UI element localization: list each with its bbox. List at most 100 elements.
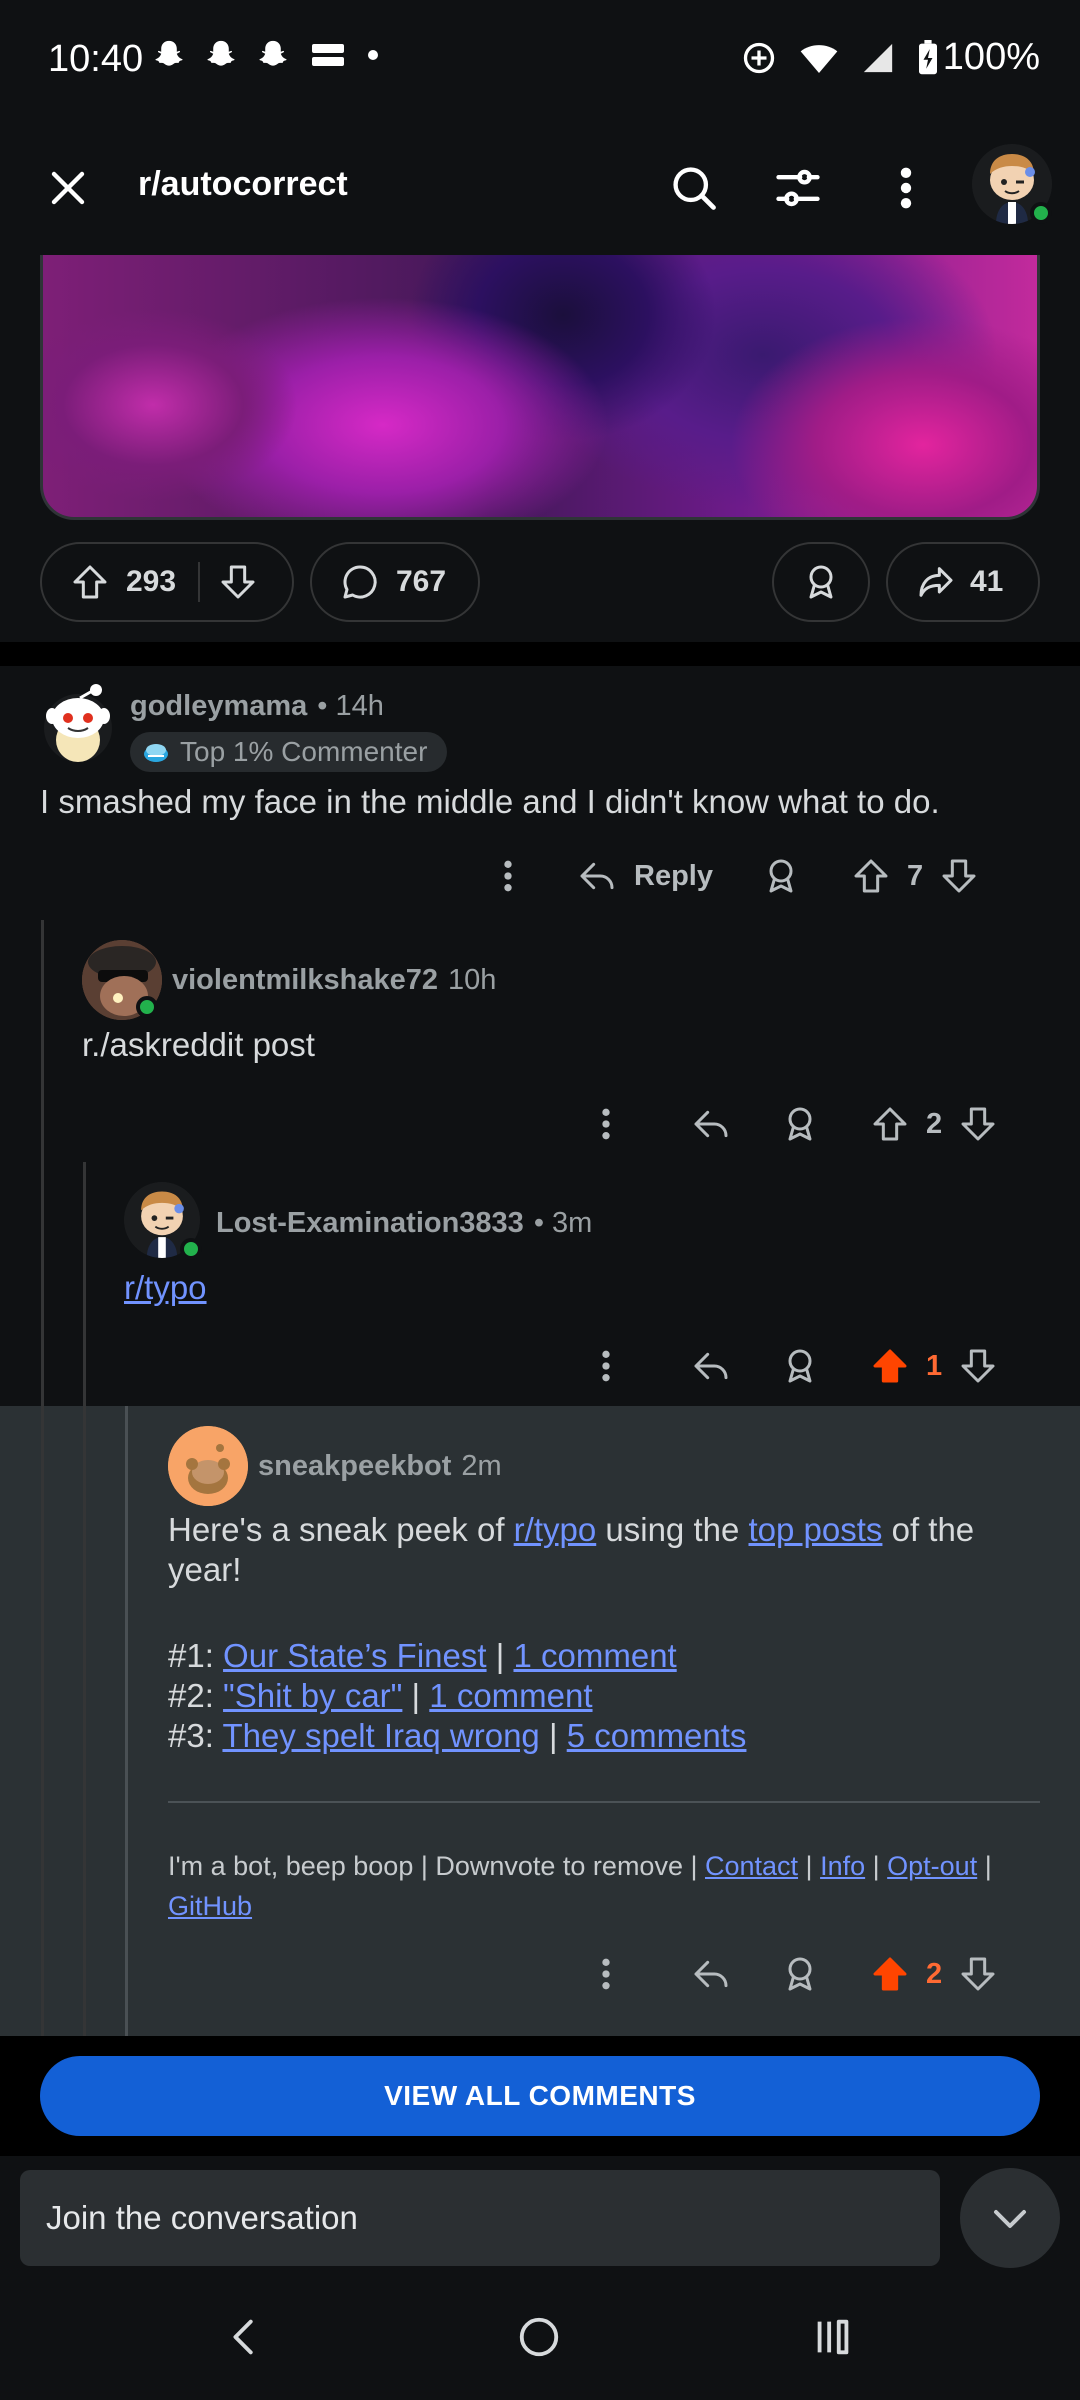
dot-icon (366, 48, 380, 62)
avatar-wrapper[interactable] (124, 1182, 204, 1262)
upvote-button-active[interactable] (870, 1954, 910, 1994)
post-title-link[interactable]: Our State’s Finest (223, 1637, 487, 1674)
comment-username[interactable]: violentmilkshake72 (172, 964, 438, 997)
badge-icon (142, 740, 170, 764)
award-button[interactable] (761, 856, 801, 896)
reply-button[interactable] (690, 1104, 732, 1144)
top-posts-link[interactable]: top posts (749, 1511, 883, 1548)
downvote-button[interactable] (958, 1104, 998, 1144)
separator: | (865, 1851, 888, 1881)
snapchat-icon (204, 38, 238, 72)
downvote-button[interactable] (958, 1954, 998, 1994)
more-options-button[interactable] (598, 1104, 614, 1144)
post-title-link[interactable]: They spelt Iraq wrong (222, 1717, 539, 1754)
intro-text: using the (596, 1511, 749, 1548)
award-icon (801, 562, 841, 602)
downvote-button[interactable] (958, 1346, 998, 1386)
more-options-button[interactable] (598, 1954, 614, 1994)
commenter-badge[interactable]: Top 1% Commenter (130, 732, 448, 772)
comment-username[interactable]: sneakpeekbot (258, 1450, 451, 1483)
footer-text: I'm a bot, beep boop | Downvote to remov… (168, 1851, 705, 1881)
thread-line (83, 1406, 86, 2036)
top-posts-list: #1: Our State’s Finest | 1 comment #2: "… (168, 1636, 1048, 1756)
post-image[interactable] (40, 255, 1040, 520)
reply-label: Reply (634, 859, 713, 892)
view-all-comments-button[interactable]: VIEW ALL COMMENTS (40, 2056, 1040, 2136)
wifi-icon (799, 41, 839, 75)
upvote-button[interactable] (851, 856, 891, 896)
reply-button[interactable] (690, 1346, 732, 1386)
subreddit-link[interactable]: r/typo (124, 1269, 207, 1306)
thread-line (41, 1406, 44, 2036)
post-title-link[interactable]: "Shit by car" (223, 1677, 402, 1714)
search-icon (668, 162, 720, 214)
separator: | (977, 1851, 992, 1881)
avatar-wrapper[interactable] (82, 940, 162, 1020)
home-button[interactable] (516, 2314, 562, 2360)
upvote-button-active[interactable] (870, 1346, 910, 1386)
info-link[interactable]: Info (820, 1851, 865, 1881)
comment-actions: 1 (598, 1346, 998, 1386)
upvote-button[interactable] (870, 1104, 910, 1144)
award-button[interactable] (780, 1954, 820, 1994)
close-button[interactable] (44, 164, 92, 212)
downvote-button[interactable] (218, 562, 258, 602)
opt-out-link[interactable]: Opt-out (887, 1851, 977, 1881)
post-comments-link[interactable]: 1 comment (513, 1637, 676, 1674)
comment-time: • 14h (317, 690, 384, 722)
more-options-button[interactable] (884, 162, 928, 214)
comment-body: I smashed my face in the middle and I di… (40, 783, 940, 820)
comment-username[interactable]: Lost-Examination3833 (216, 1207, 524, 1240)
divider (168, 1801, 1040, 1803)
sort-filter-button[interactable] (772, 162, 824, 214)
recents-button[interactable] (810, 2314, 856, 2360)
back-button[interactable] (222, 2314, 268, 2360)
battery-icon (917, 39, 939, 76)
data-saver-icon (741, 40, 777, 76)
join-conversation-input[interactable]: Join the conversation (20, 2170, 940, 2266)
home-icon (516, 2314, 562, 2360)
contact-link[interactable]: Contact (705, 1851, 798, 1881)
post-comments-link[interactable]: 1 comment (429, 1677, 592, 1714)
subreddit-title[interactable]: r/autocorrect (138, 165, 348, 204)
github-link[interactable]: GitHub (168, 1891, 252, 1921)
more-options-button[interactable] (598, 1346, 614, 1386)
award-button[interactable] (780, 1346, 820, 1386)
comment-icon (340, 562, 380, 602)
avatar[interactable] (40, 676, 116, 766)
collapse-button[interactable] (960, 2168, 1060, 2268)
temu-icon (308, 38, 348, 72)
vote-count: 2 (926, 1107, 943, 1140)
list-number: #3: (168, 1717, 223, 1754)
share-icon (916, 562, 956, 602)
award-button[interactable] (780, 1104, 820, 1144)
vote-count: 7 (906, 859, 924, 892)
search-button[interactable] (668, 162, 720, 214)
thread-line (125, 1406, 128, 2036)
share-button[interactable]: 41 (886, 542, 1040, 622)
section-separator (0, 642, 1080, 666)
post-comments-link[interactable]: 5 comments (567, 1717, 747, 1754)
chevron-down-icon (986, 2194, 1034, 2242)
more-options-button[interactable] (500, 856, 516, 896)
comment-time: 10h (447, 964, 497, 996)
separator: | (402, 1677, 430, 1714)
upvote-button[interactable] (70, 562, 110, 602)
signal-icon (861, 41, 895, 75)
comment-username[interactable]: godleymama (130, 690, 307, 723)
avatar[interactable] (168, 1426, 248, 1506)
comments-button[interactable]: 767 (310, 542, 480, 622)
separator: | (486, 1637, 514, 1674)
award-button[interactable] (772, 542, 870, 622)
app-bar: r/autocorrect (0, 120, 1080, 255)
status-bar: 10:40 100% (0, 0, 1080, 120)
reply-button[interactable]: Reply (576, 856, 713, 896)
snapchat-icon (256, 38, 290, 72)
vote-count: 2 (926, 1957, 943, 1990)
list-number: #1: (168, 1637, 224, 1674)
profile-avatar-button[interactable] (972, 144, 1056, 228)
comment-time: • 3m (533, 1207, 593, 1239)
downvote-button[interactable] (939, 856, 979, 896)
reply-button[interactable] (690, 1954, 732, 1994)
subreddit-link[interactable]: r/typo (514, 1511, 597, 1548)
